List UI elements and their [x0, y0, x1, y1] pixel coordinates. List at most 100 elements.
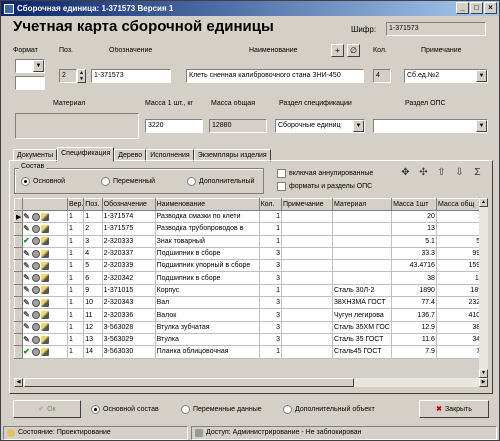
cell-designation[interactable]: 2-320342 [102, 271, 156, 285]
row-icons[interactable]: ✎ [22, 271, 68, 285]
cell-note[interactable] [281, 284, 333, 298]
note-combo[interactable]: Сб.ед.№2 ▼ [404, 69, 488, 83]
format-combo[interactable]: ▼ [15, 59, 45, 73]
collapse-icon[interactable]: ✣ [417, 166, 430, 179]
row-icons[interactable]: ✎ [22, 333, 68, 347]
cell-quantity[interactable]: 3 [259, 321, 283, 334]
cell-material[interactable] [332, 259, 393, 273]
cell-name[interactable]: Подшипник в сборе [155, 247, 260, 261]
cell-quantity[interactable]: 3 [259, 333, 283, 347]
cell-name[interactable]: Знак товарный [155, 235, 260, 248]
cell-mass-unit[interactable]: 20 [391, 210, 437, 224]
cell-note[interactable] [281, 308, 333, 322]
cell-name[interactable]: Втулка [155, 333, 260, 347]
cell-position[interactable]: 5 [83, 259, 103, 273]
cell-position[interactable]: 10 [83, 296, 103, 310]
header-name[interactable]: Наименование [154, 198, 260, 211]
radio-indicator[interactable] [181, 405, 190, 414]
radio-indicator[interactable] [91, 405, 100, 414]
row-icons[interactable]: ✎ [22, 284, 68, 298]
row-indicator[interactable] [13, 296, 24, 310]
cell-name[interactable]: Разводка трубопроводов в [155, 222, 260, 236]
mass-unit-field[interactable]: 3220 [145, 119, 203, 133]
cell-name[interactable]: Планка облицовочная [155, 345, 260, 359]
row-icons[interactable]: ✎ [22, 259, 68, 273]
cell-note[interactable] [281, 235, 333, 248]
cell-note[interactable] [281, 333, 333, 347]
row-indicator[interactable] [13, 345, 24, 359]
cell-quantity[interactable]: 3 [259, 247, 283, 261]
cell-position[interactable]: 9 [83, 284, 103, 298]
table-row[interactable]: ✎142-320337Подшипник в сборе333.399.9 [13, 246, 489, 261]
cell-position[interactable]: 12 [83, 321, 103, 334]
cell-designation[interactable]: 2-320337 [102, 247, 156, 261]
cell-name[interactable]: Корпус [155, 284, 260, 298]
cell-material[interactable]: Сталь45 ГОСТ [332, 345, 393, 359]
table-row[interactable]: ✎191-371015Корпус1Сталь 30Л-218901890 [13, 283, 489, 298]
cell-position[interactable]: 11 [83, 308, 103, 322]
cell-mass-unit[interactable]: 1890 [391, 284, 437, 298]
minimize-button[interactable]: _ [456, 2, 469, 14]
cell-version[interactable]: 1 [67, 271, 85, 285]
checkbox-indicator[interactable] [277, 169, 286, 178]
spec-section-combo[interactable]: Сборочные единиц ▼ [275, 119, 365, 133]
cell-material[interactable]: 38ХН3МА ГОСТ [332, 296, 393, 310]
radio-indicator[interactable] [21, 177, 30, 186]
cell-material[interactable] [332, 247, 393, 261]
header-mass-unit[interactable]: Масса 1шт [391, 198, 437, 211]
row-indicator[interactable] [13, 332, 24, 347]
row-icons[interactable]: ✔ [22, 235, 68, 248]
cell-version[interactable]: 1 [67, 210, 85, 224]
cell-position[interactable]: 13 [83, 333, 103, 347]
cell-quantity[interactable]: 3 [259, 296, 283, 310]
clear-name-button[interactable]: ∅ [347, 44, 360, 57]
row-indicator[interactable] [13, 271, 24, 285]
header-material[interactable]: Материал [331, 198, 393, 211]
cell-version[interactable]: 1 [67, 333, 85, 347]
cell-note[interactable] [281, 247, 333, 261]
table-row[interactable]: ▶✎111-371574Разводка смазки по клети1202… [13, 209, 489, 224]
cell-position[interactable]: 4 [83, 247, 103, 261]
cell-mass-unit[interactable]: 38 [391, 271, 437, 285]
cell-version[interactable]: 1 [67, 247, 85, 261]
cell-mass-unit[interactable]: 136.7 [391, 308, 437, 322]
row-indicator[interactable] [13, 283, 24, 298]
ops-section-combo[interactable]: ▼ [373, 119, 488, 133]
format-field-2[interactable] [15, 76, 45, 90]
cell-note[interactable] [281, 345, 333, 359]
horizontal-scroll-thumb[interactable] [24, 378, 354, 387]
pos-field[interactable]: 2 [59, 69, 77, 83]
radio-additional-composition[interactable]: Дополнительный [187, 177, 254, 186]
header-position[interactable]: Поз. [83, 198, 103, 211]
cell-version[interactable]: 1 [67, 321, 85, 334]
close-button[interactable]: ✖ Закрыть [419, 400, 489, 418]
table-row[interactable]: ✎ 1 11 2-320336 Валок 3 Чугун легирова 136.7 410… [13, 308, 489, 322]
header-note[interactable]: Примечание [281, 198, 333, 211]
title-bar[interactable]: Сборочная единица: 1-371573 Версия 1 _ □… [1, 1, 499, 16]
radio-variable-data[interactable]: Переменные данные [181, 405, 262, 414]
chevron-down-icon[interactable]: ▼ [33, 60, 44, 72]
cell-designation[interactable]: 1-371574 [102, 210, 156, 224]
cell-note[interactable] [281, 296, 333, 310]
checkbox-indicator[interactable] [277, 182, 286, 191]
row-icons[interactable]: ✎ [22, 210, 68, 224]
row-indicator[interactable] [13, 234, 24, 248]
row-icons[interactable]: ✔ [22, 345, 68, 359]
cell-version[interactable]: 1 [67, 308, 85, 322]
cell-note[interactable] [281, 222, 333, 236]
scroll-right-button[interactable]: ▶ [479, 378, 488, 387]
cell-name[interactable]: Втулка зубчатая [155, 321, 260, 334]
cell-designation[interactable]: 3-563029 [102, 333, 156, 347]
name-field[interactable]: Клеть сненная калибровочного стана ЗНИ-4… [186, 69, 364, 83]
row-icons[interactable]: ✎ [22, 308, 68, 322]
row-indicator[interactable]: ▶ [13, 209, 24, 224]
cell-material[interactable] [332, 210, 393, 224]
pos-stepper[interactable]: ▲ ▼ [77, 69, 86, 83]
table-row[interactable]: ✎121-371575Разводка трубопроводов в11313 [13, 222, 489, 236]
cell-designation[interactable]: 2-320333 [102, 235, 156, 248]
material-field[interactable] [15, 113, 139, 139]
up-arrow-icon[interactable]: ⇧ [435, 166, 448, 179]
cell-quantity[interactable]: 1 [259, 222, 283, 236]
radio-variable-composition[interactable]: Переменный [101, 177, 155, 186]
add-name-button[interactable]: + [331, 44, 344, 57]
